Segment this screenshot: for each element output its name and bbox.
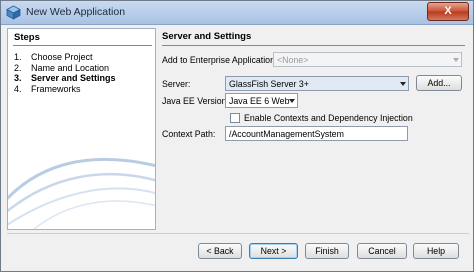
context-path-input[interactable]: /AccountManagementSystem [225,126,408,141]
add-server-button[interactable]: Add... [416,75,462,91]
new-web-application-dialog: New Web Application X Steps 1. Choose Pro… [0,0,474,272]
server-dropdown[interactable]: GlassFish Server 3+ [225,76,409,91]
java-ee-version-label: Java EE Version: [162,96,229,106]
steps-header: Steps [14,32,40,43]
context-path-label: Context Path: [162,129,216,139]
step-item-name-and-location: 2. Name and Location [14,62,110,73]
content-divider [162,45,465,46]
cancel-button[interactable]: Cancel [357,243,407,259]
button-bar-divider [7,233,469,234]
step-item-server-and-settings: 3. Server and Settings [14,73,116,83]
enterprise-application-dropdown[interactable]: <None> [273,52,462,67]
steps-list: 1. Choose Project 2. Name and Location 3. S… [14,52,116,94]
next-button[interactable]: Next > [249,243,298,259]
netbeans-cube-icon [6,5,21,20]
window-title: New Web Application [26,6,126,18]
content-title: Server and Settings [162,31,252,42]
steps-divider [13,45,152,46]
chevron-down-icon [400,82,406,86]
steps-panel: Steps 1. Choose Project 2. Name and Locati… [7,28,156,230]
java-ee-version-dropdown[interactable]: Java EE 6 Web [225,93,298,108]
server-label: Server: [162,79,191,89]
chevron-down-icon [453,58,459,62]
back-button[interactable]: < Back [198,243,242,259]
enable-cdi-label: Enable Contexts and Dependency Injection [244,113,413,123]
step-item-choose-project: 1. Choose Project [14,52,93,62]
enable-cdi-checkbox[interactable] [230,113,240,123]
content-panel: Server and Settings Add to Enterprise Ap… [158,28,469,230]
wizard-swoosh-graphic [8,157,155,229]
title-bar[interactable]: New Web Application X [1,1,473,25]
enterprise-application-label: Add to Enterprise Application: [162,55,278,65]
finish-button[interactable]: Finish [305,243,349,259]
help-button[interactable]: Help [413,243,459,259]
close-button[interactable]: X [427,2,469,21]
chevron-down-icon [289,99,295,103]
step-item-frameworks: 4. Frameworks [14,83,81,94]
